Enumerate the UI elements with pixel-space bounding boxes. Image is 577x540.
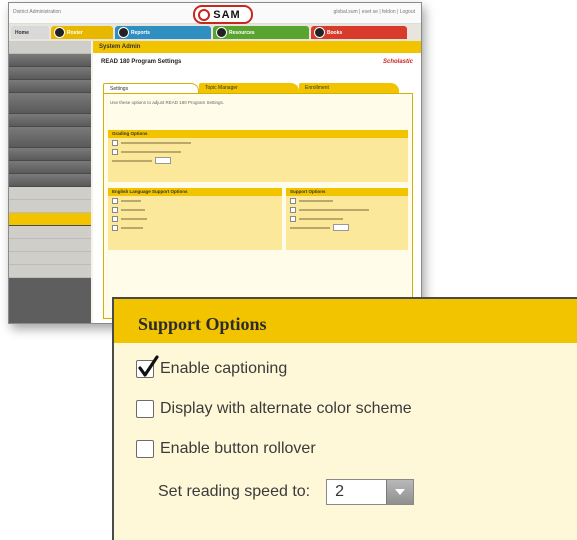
sidebar-item[interactable] (9, 174, 91, 187)
main-header: System Admin (93, 41, 421, 53)
sidebar-item[interactable] (9, 80, 91, 93)
settings-panel: Use these options to adjust READ 180 Pro… (103, 93, 413, 319)
reading-speed-row: Set reading speed to: 2 (158, 479, 415, 505)
checkbox[interactable] (112, 148, 118, 155)
radio[interactable] (112, 215, 118, 222)
panel-hint: Use these options to adjust READ 180 Pro… (110, 100, 225, 105)
option-row[interactable] (286, 223, 408, 232)
reading-speed-label: Set reading speed to: (158, 483, 311, 500)
sidebar-item[interactable] (9, 148, 91, 161)
topbar-left-text: District Administration (13, 9, 62, 15)
tab-reports[interactable]: Reports (115, 26, 211, 39)
reports-icon (118, 27, 129, 38)
color-scheme-checkbox[interactable] (136, 400, 154, 418)
topbar-right-links[interactable]: global.sum | eset se | feldon | Logout (334, 9, 415, 15)
option-row[interactable] (108, 147, 408, 156)
option-row[interactable] (286, 196, 408, 205)
option-button-rollover[interactable]: Enable button rollover (136, 440, 316, 458)
sidebar-item[interactable] (9, 187, 91, 200)
tab-resources[interactable]: Resources (213, 26, 309, 39)
english-language-support-section: English Language Support Options (108, 188, 282, 250)
sidebar-item[interactable] (9, 54, 91, 67)
color-scheme-label: Display with alternate color scheme (160, 400, 412, 417)
captioning-checkbox[interactable] (136, 355, 159, 378)
support-options-section: Support Options (286, 188, 408, 250)
roster-icon (54, 27, 65, 38)
section-header: Support Options (286, 188, 408, 196)
option-row[interactable] (108, 196, 282, 205)
tab-settings[interactable]: Settings (103, 83, 199, 93)
settings-tabs: Settings Topic Manager Enrollment (103, 83, 413, 93)
sidebar-item[interactable] (9, 93, 91, 114)
radio[interactable] (112, 224, 118, 231)
sidebar-item[interactable] (9, 161, 91, 174)
sidebar-item[interactable] (9, 226, 91, 239)
option-row[interactable] (286, 205, 408, 214)
sidebar-item[interactable] (9, 41, 91, 54)
app-window: District Administration SAM global.sum |… (8, 2, 422, 324)
main-content: System Admin READ 180 Program Settings S… (93, 41, 421, 323)
reading-speed-value: 2 (335, 483, 345, 500)
captioning-label: Enable captioning (160, 360, 288, 377)
tab-enrollment[interactable]: Enrollment (299, 83, 399, 93)
tab-topic-manager[interactable]: Topic Manager (199, 83, 299, 93)
sidebar-item[interactable] (9, 127, 91, 148)
checkbox[interactable] (290, 206, 296, 213)
sidebar-item[interactable] (9, 67, 91, 80)
option-row[interactable] (286, 214, 408, 223)
app-tabs: Home Roster Reports Resources Books (9, 24, 421, 41)
radio[interactable] (112, 197, 118, 204)
callout-header: Support Options (114, 299, 577, 343)
option-enable-captioning[interactable]: Enable captioning (136, 355, 288, 378)
sidebar-item[interactable] (9, 114, 91, 127)
tab-roster[interactable]: Roster (51, 26, 113, 39)
reading-speed-select[interactable]: 2 (326, 479, 415, 505)
sidebar-item[interactable] (9, 200, 91, 213)
rollover-checkbox[interactable] (136, 440, 154, 458)
option-row[interactable] (108, 205, 282, 214)
option-row[interactable] (108, 138, 408, 147)
sidebar-item[interactable] (9, 239, 91, 252)
top-bar: District Administration SAM global.sum |… (9, 3, 421, 24)
section-header: English Language Support Options (108, 188, 282, 196)
checkbox[interactable] (112, 139, 118, 146)
checkbox[interactable] (290, 215, 296, 222)
support-options-title: Support Options (138, 314, 267, 334)
books-icon (314, 27, 325, 38)
check-icon (138, 355, 159, 377)
option-row[interactable] (108, 214, 282, 223)
radio[interactable] (112, 206, 118, 213)
tab-home[interactable]: Home (11, 26, 49, 39)
tab-books[interactable]: Books (311, 26, 407, 39)
sam-logo: SAM (193, 5, 253, 24)
section-header: Grading Options (108, 130, 408, 138)
sidebar-item[interactable] (9, 252, 91, 265)
support-options-callout: Support Options Enable captioning Displa… (112, 297, 577, 540)
checkbox[interactable] (290, 197, 296, 204)
sidebar (9, 41, 91, 323)
resources-icon (216, 27, 227, 38)
chevron-down-icon[interactable] (386, 480, 414, 504)
rollover-label: Enable button rollover (160, 440, 316, 457)
sidebar-item-active[interactable] (9, 213, 91, 226)
option-alternate-color-scheme[interactable]: Display with alternate color scheme (136, 400, 412, 418)
page-title: READ 180 Program Settings (101, 59, 182, 65)
sidebar-item[interactable] (9, 265, 91, 278)
option-row[interactable] (108, 223, 282, 232)
scholastic-logo: Scholastic (382, 59, 413, 65)
option-row[interactable] (108, 156, 408, 165)
grading-options-section: Grading Options (108, 130, 408, 182)
